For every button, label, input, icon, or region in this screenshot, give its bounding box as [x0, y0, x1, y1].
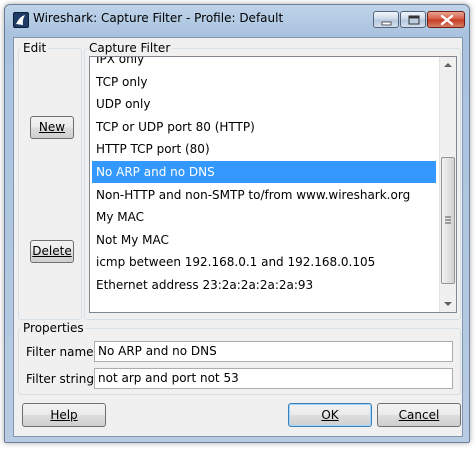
edit-group-label: Edit [21, 41, 49, 55]
minimize-button[interactable] [373, 11, 399, 28]
grip-icon [445, 216, 451, 224]
scroll-down-icon[interactable] [440, 295, 456, 312]
vertical-scrollbar[interactable] [439, 57, 456, 312]
list-item[interactable]: Non-HTTP and non-SMTP to/from www.wiresh… [92, 184, 436, 206]
cancel-button[interactable]: Cancel [377, 403, 461, 427]
minimize-icon [381, 21, 392, 26]
list-item[interactable]: HTTP TCP port (80) [92, 138, 436, 160]
filter-string-input[interactable]: not arp and port not 53 [94, 368, 453, 389]
help-button-label: Help [50, 408, 78, 422]
scrollbar-thumb[interactable] [441, 157, 455, 284]
close-button[interactable] [427, 11, 465, 28]
window-title: Wireshark: Capture Filter - Profile: Def… [33, 11, 284, 25]
capture-filter-dialog: Wireshark: Capture Filter - Profile: Def… [4, 4, 470, 443]
properties-group-label: Properties [21, 321, 86, 335]
filter-string-label: Filter string: [26, 372, 99, 386]
edit-group: Edit [18, 41, 82, 320]
filter-name-label: Filter name: [26, 345, 98, 359]
maximize-button[interactable] [400, 11, 426, 28]
wireshark-fin-icon [13, 12, 29, 28]
list-item[interactable]: TCP or UDP port 80 (HTTP) [92, 116, 436, 138]
new-button-label: New [38, 120, 66, 134]
maximize-icon [408, 15, 420, 25]
title-bar[interactable]: Wireshark: Capture Filter - Profile: Def… [5, 5, 469, 33]
list-item-selected[interactable]: No ARP and no DNS [92, 161, 436, 183]
list-item[interactable]: IPX only [92, 57, 436, 70]
list-item[interactable]: Ethernet address 23:2a:2a:2a:2a:93 [92, 274, 436, 296]
filter-name-input[interactable]: No ARP and no DNS [94, 341, 453, 362]
list-item[interactable]: icmp between 192.168.0.1 and 192.168.0.1… [92, 251, 436, 273]
list-item[interactable]: TCP only [92, 71, 436, 93]
cancel-button-label: Cancel [398, 408, 440, 422]
dialog-body: Edit New Delete Capture Filter IPX only T… [13, 37, 463, 437]
ok-button[interactable]: OK [288, 403, 372, 427]
delete-button-label: Delete [32, 244, 72, 258]
capture-filter-group-label: Capture Filter [87, 41, 173, 55]
ok-button-label: OK [321, 408, 339, 422]
list-item[interactable]: Not My MAC [92, 229, 436, 251]
help-button[interactable]: Help [22, 403, 106, 427]
capture-filter-list[interactable]: IPX only TCP only UDP only TCP or UDP port … [89, 56, 457, 313]
scroll-up-icon[interactable] [440, 57, 456, 74]
new-button[interactable]: New [30, 116, 74, 139]
list-item[interactable]: My MAC [92, 206, 436, 228]
list-item[interactable]: UDP only [92, 93, 436, 115]
close-icon [440, 14, 454, 26]
delete-button[interactable]: Delete [30, 240, 74, 263]
